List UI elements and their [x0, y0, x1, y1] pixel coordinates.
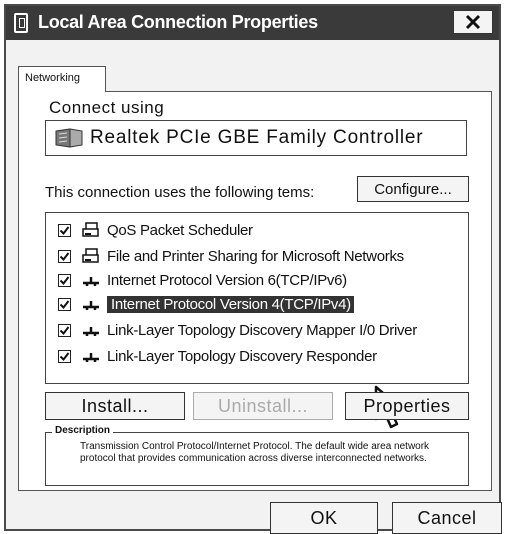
service-icon	[82, 222, 99, 237]
list-item-ipv4[interactable]: Internet Protocol Version 4(TCP/IPv4)	[58, 293, 354, 315]
item-checkbox[interactable]	[58, 249, 71, 263]
description-group: Description Transmission Control Protoco…	[45, 425, 469, 486]
service-icon	[82, 248, 99, 263]
networking-panel: Connect using Realtek PCIe GBE Family Co…	[18, 91, 492, 491]
network-adapter-icon	[14, 13, 28, 33]
item-checkbox[interactable]	[58, 323, 71, 337]
install-button[interactable]: Install...	[45, 392, 185, 420]
item-checkbox[interactable]	[58, 349, 71, 363]
check-icon	[59, 325, 70, 335]
items-label: This connection uses the following tems:	[45, 184, 315, 201]
list-item-lltd-responder[interactable]: Link-Layer Topology Discovery Responder	[58, 345, 377, 367]
title-bar[interactable]: Local Area Connection Properties	[6, 6, 499, 40]
protocol-icon	[83, 327, 99, 336]
uninstall-button[interactable]: Uninstall...	[193, 392, 333, 420]
list-item-qos[interactable]: QoS Packet Scheduler	[58, 219, 253, 241]
protocol-icon	[83, 277, 99, 286]
window-title: Local Area Connection Properties	[38, 12, 318, 32]
item-label: QoS Packet Scheduler	[107, 221, 253, 239]
item-label: Internet Protocol Version 4(TCP/IPv4)	[107, 295, 354, 313]
properties-button[interactable]: Properties	[345, 392, 469, 420]
list-item-ipv6[interactable]: Internet Protocol Version 6(TCP/IPv6)	[58, 269, 347, 291]
close-button[interactable]	[453, 10, 493, 34]
properties-dialog: Local Area Connection Properties Network…	[4, 4, 502, 534]
tab-networking[interactable]: Networking	[18, 66, 106, 92]
configure-button[interactable]: Configure...	[357, 176, 469, 202]
cancel-button[interactable]: Cancel	[392, 502, 502, 534]
network-card-icon	[55, 128, 83, 148]
check-icon	[59, 225, 70, 235]
item-checkbox[interactable]	[58, 297, 71, 311]
item-label: Internet Protocol Version 6(TCP/IPv6)	[107, 271, 347, 289]
check-icon	[59, 351, 70, 361]
protocol-icon	[83, 353, 99, 362]
adapter-name: Realtek PCIe GBE Family Controller	[90, 127, 424, 148]
check-icon	[59, 275, 70, 285]
adapter-field: Realtek PCIe GBE Family Controller	[45, 120, 467, 156]
item-checkbox[interactable]	[58, 223, 71, 237]
item-label: Link-Layer Topology Discovery Mapper I/0…	[107, 321, 417, 339]
item-label: Link-Layer Topology Discovery Responder	[107, 347, 377, 365]
check-icon	[59, 299, 70, 309]
list-item-file-sharing[interactable]: File and Printer Sharing for Microsoft N…	[58, 245, 404, 267]
list-item-lltd-mapper[interactable]: Link-Layer Topology Discovery Mapper I/0…	[58, 319, 417, 341]
item-checkbox[interactable]	[58, 273, 71, 287]
connect-using-label: Connect using	[49, 98, 165, 117]
description-text: Transmission Control Protocol/Internet P…	[80, 441, 430, 464]
item-label: File and Printer Sharing for Microsoft N…	[107, 247, 404, 265]
protocol-icon	[83, 301, 99, 310]
close-icon	[465, 14, 481, 30]
check-icon	[59, 251, 70, 261]
ok-button[interactable]: OK	[270, 502, 378, 534]
items-list: QoS Packet Scheduler File and Printer Sh…	[45, 212, 469, 429]
description-legend: Description	[52, 425, 114, 436]
